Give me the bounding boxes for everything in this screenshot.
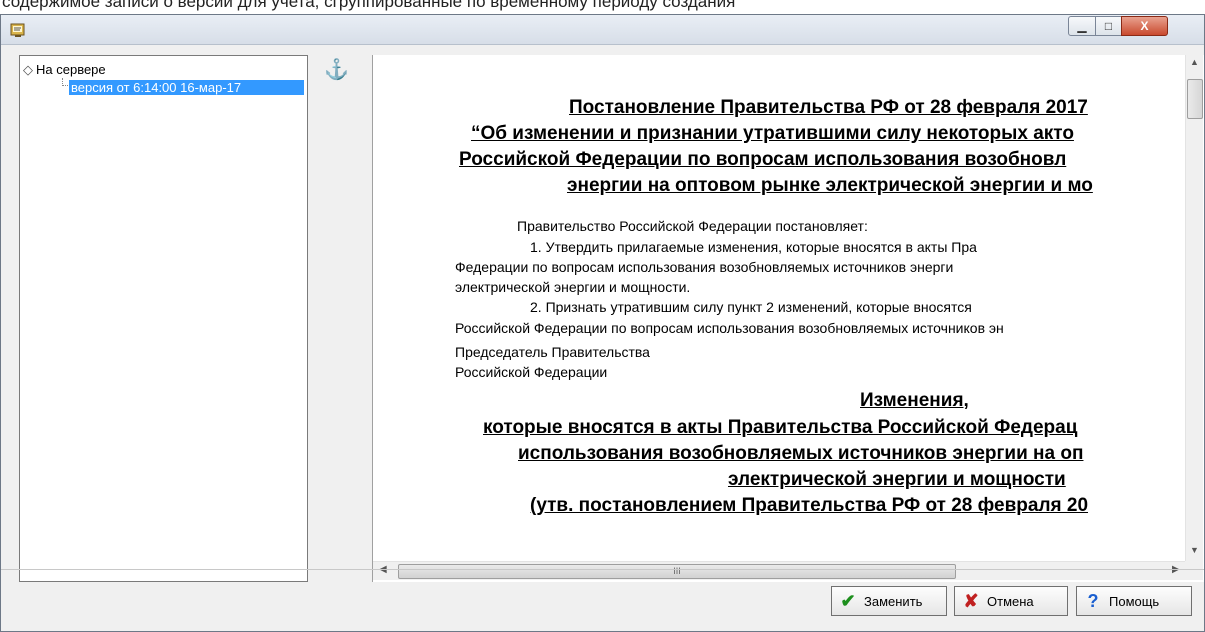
close-button[interactable]: X <box>1121 16 1168 36</box>
vertical-scroll-thumb[interactable] <box>1187 79 1203 119</box>
scroll-up-icon[interactable]: ▲ <box>1190 57 1199 67</box>
cancel-button[interactable]: ✘ Отмена <box>954 586 1068 616</box>
maximize-button[interactable]: □ <box>1095 16 1122 36</box>
cancel-button-label: Отмена <box>987 593 1034 609</box>
replace-button-label: Заменить <box>864 593 923 609</box>
doc-paragraph: Председатель Правительства <box>455 344 650 360</box>
changes-title-line-3: использования возобновляемых источников … <box>518 443 1084 464</box>
doc-paragraph: 2. Признать утратившим силу пункт 2 изме… <box>530 299 972 315</box>
doc-paragraph: Российской Федерации <box>455 364 608 380</box>
tree-node-version[interactable]: версия от 6:14:00 16-мар-17 <box>69 80 304 95</box>
doc-paragraph: Правительство Российской Федерации поста… <box>517 218 868 234</box>
doc-paragraph: 1. Утвердить прилагаемые изменения, кото… <box>530 239 977 255</box>
checkmark-icon: ✔ <box>840 590 856 611</box>
doc-paragraph: электрической энергии и мощности. <box>455 279 691 295</box>
anchor-column: ⚓ <box>314 55 372 582</box>
version-tree[interactable]: ◇ На сервере версия от 6:14:00 16-мар-17 <box>19 55 308 582</box>
background-caption-strip: содержимое записи о версии для учета, сг… <box>0 0 1205 14</box>
app-icon <box>10 23 25 37</box>
doc-title-line-2: “Об изменении и признании утратившими си… <box>471 123 1074 144</box>
changes-title-line-2: которые вносятся в акты Правительства Ро… <box>483 417 1078 438</box>
help-button-label: Помощь <box>1109 593 1160 609</box>
question-icon: ? <box>1087 590 1099 611</box>
anchor-icon[interactable]: ⚓ <box>324 59 349 81</box>
replace-button[interactable]: ✔ Заменить <box>831 586 947 616</box>
tree-connector-h <box>62 85 68 86</box>
changes-title-line-4: электрической энергии и мощности <box>728 469 1066 490</box>
scroll-down-icon[interactable]: ▼ <box>1190 545 1199 555</box>
document-content: Постановление Правительства РФ от 28 фев… <box>373 55 1185 561</box>
tree-root-node[interactable]: ◇ На сервере <box>20 62 106 78</box>
title-bar[interactable]: ▁ □ X <box>1 15 1204 45</box>
vertical-scrollbar[interactable]: ▲ ▼ <box>1185 55 1203 561</box>
background-caption-text: содержимое записи о версии для учета, сг… <box>2 0 736 11</box>
changes-title-line-1: Изменения, <box>860 390 969 411</box>
doc-title-line-4: энергии на оптовом рынке электрической э… <box>567 175 1093 196</box>
doc-title-line-1: Постановление Правительства РФ от 28 фев… <box>569 97 1088 118</box>
help-button[interactable]: ? Помощь <box>1076 586 1192 616</box>
cross-icon: ✘ <box>963 590 979 611</box>
doc-title-line-3: Российской Федерации по вопросам использ… <box>459 149 1067 170</box>
changes-title-line-5: (утв. постановлением Правительства РФ от… <box>530 495 1089 516</box>
document-viewer[interactable]: Постановление Правительства РФ от 28 фев… <box>372 55 1204 582</box>
doc-paragraph: Федерации по вопросам использования возо… <box>455 259 954 275</box>
doc-paragraph: Российской Федерации по вопросам использ… <box>455 320 1004 336</box>
diamond-icon: ◇ <box>23 62 33 77</box>
minimize-button[interactable]: ▁ <box>1068 16 1096 36</box>
tree-root-label: На сервере <box>36 62 106 77</box>
dialog-window: ▁ □ X ◇ На сервере версия от 6:14:00 16-м… <box>0 14 1205 632</box>
button-bar: ✔ Заменить ✘ Отмена ? Помощь <box>1 569 1204 632</box>
